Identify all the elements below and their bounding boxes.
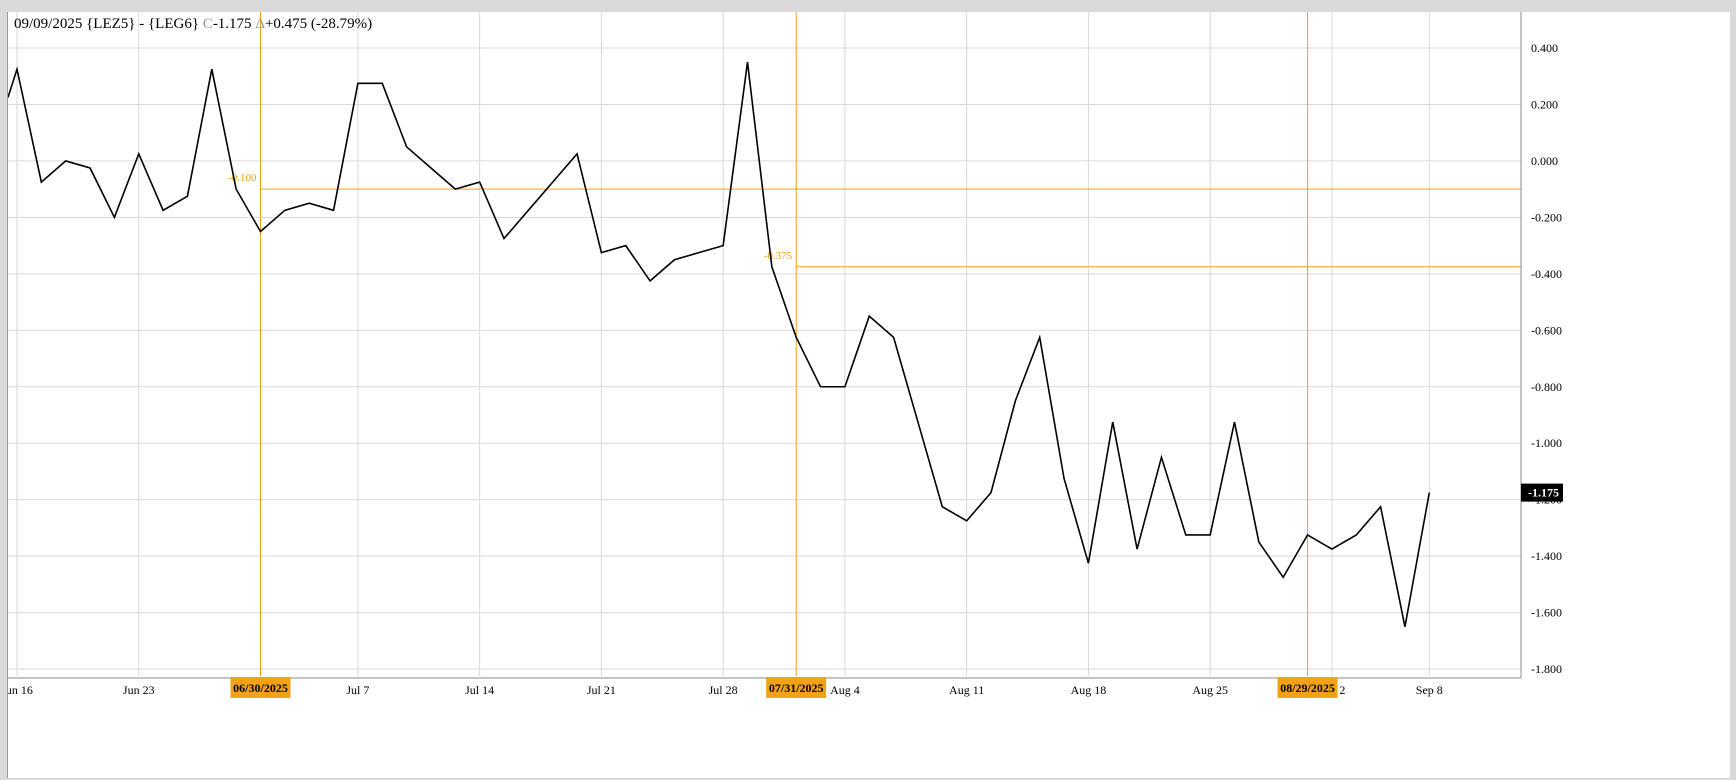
y-tick-label: -0.200 xyxy=(1531,210,1562,224)
x-tick-label: Aug 11 xyxy=(949,683,984,697)
header-change-value: +0.475 (-28.79%) xyxy=(264,16,373,32)
spread-chart[interactable]: -0.100-0.375 0.400 0.200 0.000 -0.200 -0.400… xyxy=(8,12,1730,778)
x-tick-label: Jul 14 xyxy=(465,683,494,697)
marker-date-label: 08/29/2025 xyxy=(1280,681,1335,695)
y-tick-label: -1.600 xyxy=(1531,606,1562,620)
y-tick-label: -0.800 xyxy=(1531,380,1562,394)
x-tick-label: Sep 8 xyxy=(1416,683,1443,697)
x-tick-label: Jul 7 xyxy=(346,683,369,697)
header-close-marker: C xyxy=(202,16,213,32)
marker-layer: -0.100-0.375 xyxy=(228,12,1521,676)
y-tick-label: 0.200 xyxy=(1531,97,1558,111)
grid-layer xyxy=(8,12,1521,676)
header-date: 09/09/2025 xyxy=(14,16,83,32)
x-tick-label: Aug 25 xyxy=(1192,683,1228,697)
y-tick-label: -1.000 xyxy=(1531,436,1562,450)
header-close-value: -1.175 xyxy=(212,16,252,32)
x-tick-label: Jul 28 xyxy=(709,683,738,697)
marker-date-label: 07/31/2025 xyxy=(769,681,824,695)
price-line xyxy=(8,62,1431,627)
chart-frame: -0.100 -0.375 0.400 0.200 0.000 -0.200 -0.400… xyxy=(7,12,1730,778)
chart-header: 09/09/2025 {LEZ5} - {LEG6} C-1.175 Δ+0.4… xyxy=(14,16,372,33)
y-tick-label: -1.800 xyxy=(1531,662,1562,676)
y-tick-label: -0.600 xyxy=(1531,323,1562,337)
y-tick-label: -0.400 xyxy=(1531,267,1562,281)
y-tick-label: 0.000 xyxy=(1531,154,1558,168)
last-value-label: -1.175 xyxy=(1528,486,1559,500)
y-tick-label: 0.400 xyxy=(1531,41,1558,55)
header-symbols: {LEZ5} - {LEG6} xyxy=(86,16,200,32)
x-tick-label: Aug 18 xyxy=(1071,683,1107,697)
header-delta-marker: Δ xyxy=(255,16,265,32)
x-tick-label: Jul 21 xyxy=(587,683,616,697)
x-tick-label: Aug 4 xyxy=(830,683,860,697)
marker-value-label: -0.375 xyxy=(764,250,793,262)
x-tick-label: Jun 16 xyxy=(8,683,33,697)
y-tick-label: -1.400 xyxy=(1531,549,1562,563)
price-line-layer xyxy=(8,62,1431,627)
marker-date-label: 06/30/2025 xyxy=(233,681,288,695)
x-tick-label: Jun 23 xyxy=(123,683,155,697)
axis-layer: 0.4000.2000.000-0.200-0.400-0.600-0.800-… xyxy=(8,12,1563,698)
